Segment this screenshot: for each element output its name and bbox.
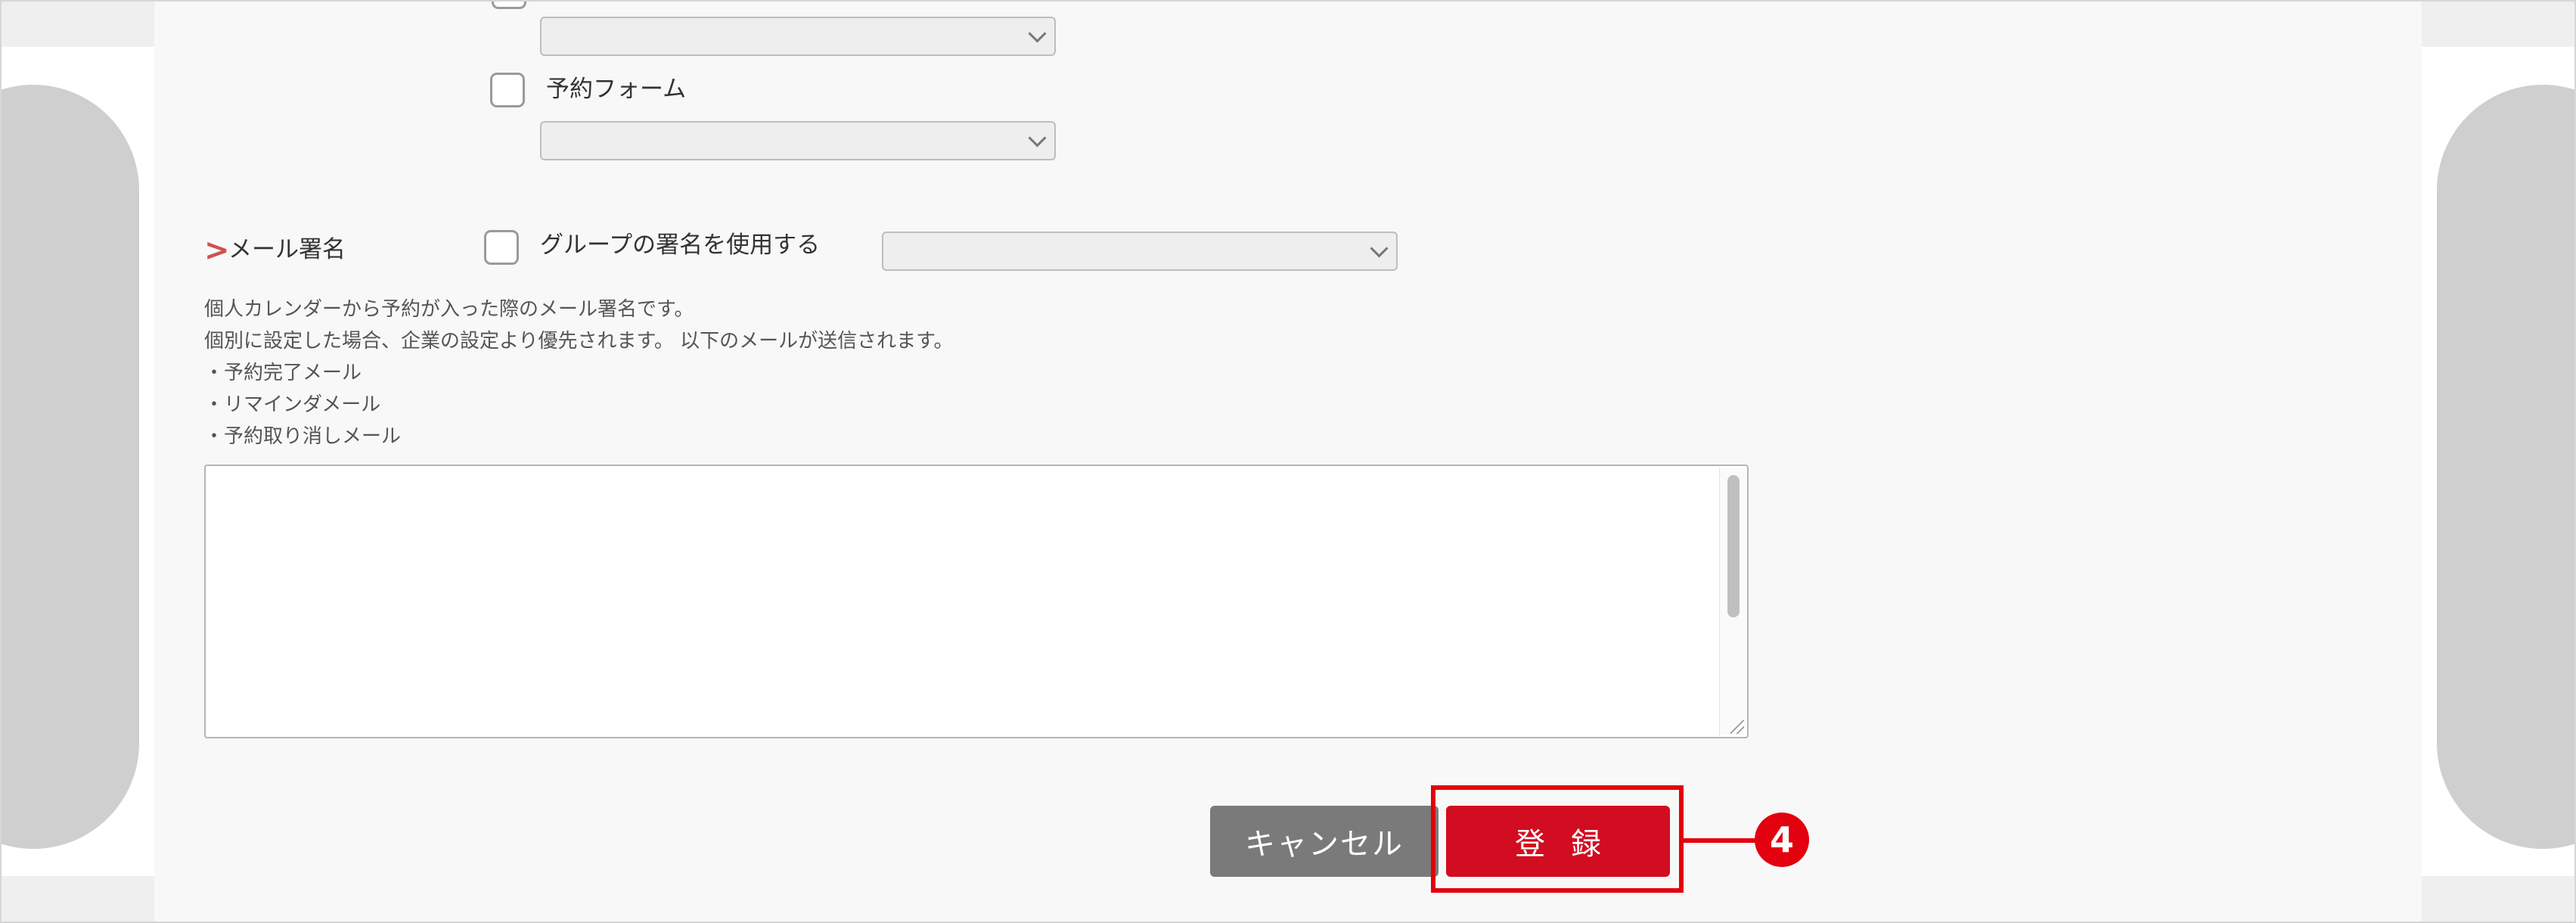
right-band-bottom — [2422, 876, 2574, 921]
screenshot-frame: 予約フォーム > メール署名 グループの署名を使用する 個人カレンダーから予約が… — [0, 0, 2576, 923]
reservation-form-select[interactable] — [540, 121, 1056, 160]
cancel-button[interactable]: キャンセル — [1210, 806, 1439, 877]
left-band-top — [2, 2, 154, 47]
right-decoration — [2422, 2, 2574, 921]
settings-panel: 予約フォーム > メール署名 グループの署名を使用する 個人カレンダーから予約が… — [154, 2, 2422, 921]
resize-grip-icon[interactable] — [1730, 720, 1744, 734]
section-marker-icon: > — [204, 233, 230, 268]
chevron-down-icon — [1370, 239, 1389, 258]
description-line: 個人カレンダーから予約が入った際のメール署名です。 — [204, 298, 694, 321]
previous-select[interactable] — [540, 17, 1056, 56]
mail-signature-textarea[interactable] — [204, 465, 1749, 738]
left-band-bottom — [2, 876, 154, 921]
left-decoration — [2, 2, 154, 921]
right-shape — [2437, 85, 2574, 849]
left-shape — [2, 85, 139, 849]
callout-line — [1684, 838, 1761, 843]
group-signature-select[interactable] — [882, 232, 1398, 271]
scrollbar-thumb[interactable] — [1727, 475, 1740, 617]
mail-signature-label: メール署名 — [228, 236, 346, 263]
register-highlight-box — [1431, 785, 1684, 893]
use-group-signature-checkbox[interactable] — [484, 230, 519, 265]
scrollbar[interactable] — [1719, 468, 1746, 735]
description-line: ・予約取り消しメール — [204, 425, 402, 448]
description-line: ・予約完了メール — [204, 362, 362, 384]
chevron-down-icon — [1028, 24, 1047, 43]
reservation-form-checkbox[interactable] — [490, 73, 525, 107]
reservation-form-label: 予約フォーム — [546, 76, 687, 103]
right-band-top — [2422, 2, 2574, 47]
chevron-down-icon — [1028, 129, 1047, 148]
use-group-signature-label: グループの署名を使用する — [540, 232, 821, 259]
mail-signature-description: 個人カレンダーから予約が入った際のメール署名です。 個別に設定した場合、企業の設… — [204, 294, 954, 452]
description-line: ・リマインダメール — [204, 393, 381, 416]
previous-checkbox[interactable] — [492, 2, 526, 9]
description-line: 個別に設定した場合、企業の設定より優先されます。 以下のメールが送信されます。 — [204, 330, 954, 353]
step-number-badge: 4 — [1755, 813, 1809, 867]
